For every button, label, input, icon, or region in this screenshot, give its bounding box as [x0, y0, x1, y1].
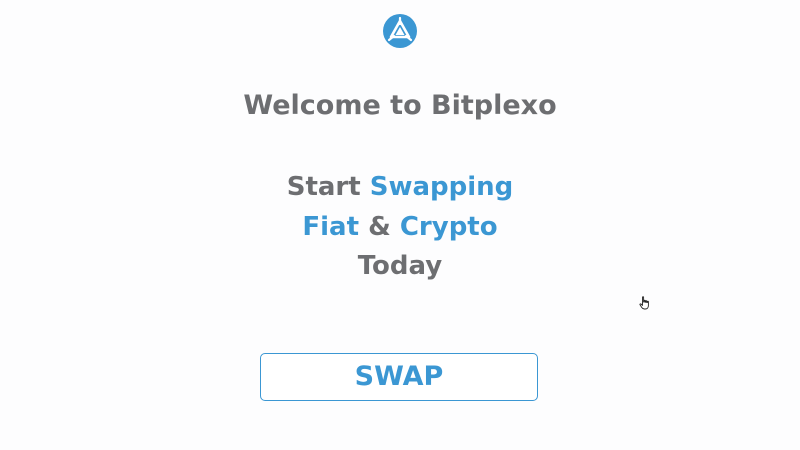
- tagline-line-1: Start Swapping: [0, 168, 800, 208]
- tagline-fiat: Fiat: [302, 211, 360, 242]
- tagline-ampersand: &: [368, 211, 391, 242]
- bitplexo-logo-icon: [383, 14, 417, 48]
- tagline-swapping: Swapping: [369, 172, 514, 202]
- tagline-crypto: Crypto: [399, 211, 498, 242]
- tagline-line-2: Fiat & Crypto: [0, 208, 800, 248]
- tagline-start: Start: [286, 172, 361, 202]
- welcome-screen: Welcome to Bitplexo Start Swapping Fiat …: [0, 0, 800, 450]
- tagline: Start Swapping Fiat & Crypto Today: [0, 168, 800, 287]
- tagline-line-3: Today: [357, 251, 443, 281]
- hand-pointer-icon: [639, 296, 649, 310]
- welcome-title: Welcome to Bitplexo: [243, 90, 557, 121]
- swap-button[interactable]: SWAP: [260, 353, 538, 401]
